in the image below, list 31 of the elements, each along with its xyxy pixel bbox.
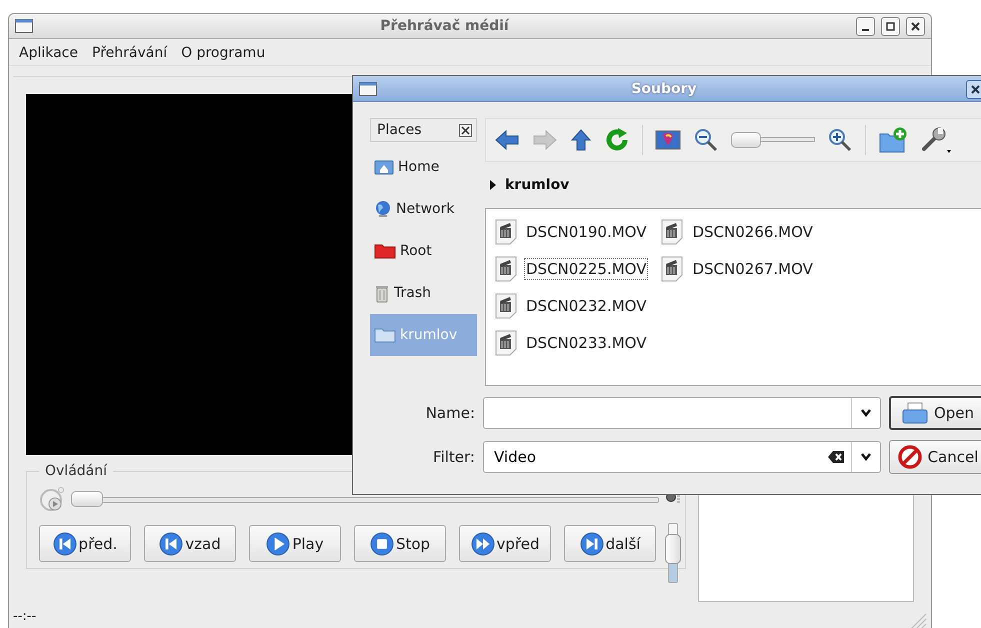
filter-field[interactable]: Video	[483, 441, 881, 473]
path-button[interactable]: krumlov	[505, 177, 570, 193]
media-button[interactable]: před.	[39, 525, 131, 562]
cancel-button[interactable]: Cancel	[889, 440, 981, 474]
field-label: Name:	[424, 404, 475, 422]
file-item[interactable]: DSCN0225.MOV	[494, 250, 648, 287]
file-item[interactable]: DSCN0266.MOV	[660, 213, 815, 250]
media-button[interactable]: vzad	[144, 525, 236, 562]
file-item[interactable]: DSCN0267.MOV	[660, 250, 815, 287]
dialog-title: Soubory	[630, 80, 698, 96]
window-title: Přehrávač médií	[379, 18, 510, 34]
place-item[interactable]: Trash	[370, 272, 477, 314]
place-item[interactable]: Root	[370, 230, 477, 272]
media-button[interactable]: Play	[249, 525, 341, 562]
menu-item[interactable]: Přehrávání	[92, 45, 168, 61]
media-button[interactable]: Stop	[354, 525, 446, 562]
field-label: Filter:	[432, 448, 475, 466]
time-display: --:--	[13, 608, 36, 624]
open-button[interactable]: Open	[889, 396, 981, 430]
place-item[interactable]: Network	[370, 188, 477, 230]
filter-input[interactable]: Video	[484, 448, 827, 466]
places-header: Places	[377, 122, 422, 138]
menu-item[interactable]: O programu	[181, 45, 266, 61]
file-item[interactable]: DSCN0190.MOV	[494, 213, 648, 250]
file-item[interactable]: DSCN0232.MOV	[494, 287, 648, 324]
place-item[interactable]: Home	[370, 146, 477, 188]
media-button[interactable]: další	[564, 525, 656, 562]
frame-title: Ovládání	[44, 463, 108, 479]
menu-item[interactable]: Aplikace	[19, 45, 78, 61]
media-button[interactable]: vpřed	[459, 525, 551, 562]
file-item[interactable]: DSCN0233.MOV	[494, 324, 648, 361]
